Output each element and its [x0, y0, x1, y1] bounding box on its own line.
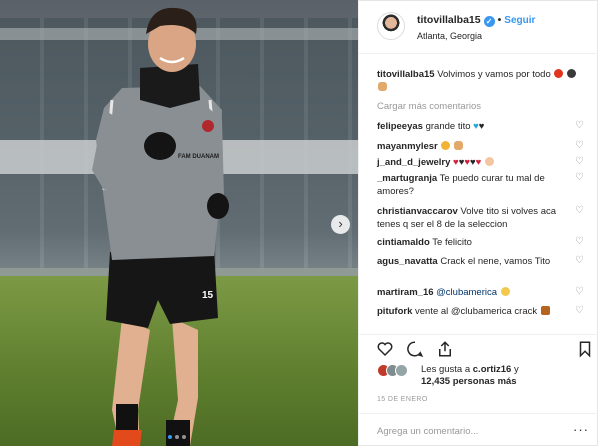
- post-date[interactable]: 15 DE ENERO: [377, 396, 428, 403]
- like-comment-heart-icon[interactable]: ♡: [575, 287, 585, 297]
- jersey-sponsor-text: FAM DUANAM: [178, 154, 219, 160]
- comment-username[interactable]: martiram_16: [377, 287, 434, 298]
- separator-dot: •: [497, 14, 502, 26]
- comment-text: grande tito: [425, 121, 471, 132]
- load-more-comments-link[interactable]: Cargar más comentarios: [377, 101, 481, 112]
- location-link[interactable]: Atlanta, Georgia: [417, 31, 482, 41]
- carousel-dot: [175, 435, 179, 439]
- comment-row: _martugranja Te puedo curar tu mal de am…: [377, 172, 598, 198]
- clapping-hands-emoji-icon: [484, 157, 494, 166]
- comment-username[interactable]: pitufork: [377, 306, 412, 317]
- like-comment-heart-icon[interactable]: ♡: [575, 173, 585, 183]
- comment-row: felipeeyas grande tito ♥♥ ♡: [377, 120, 598, 133]
- follow-button[interactable]: Seguir: [504, 15, 535, 26]
- comment-username[interactable]: j_and_d_jewelry: [377, 157, 450, 168]
- heart-eyes-emoji-icon: [441, 141, 451, 150]
- more-options-icon[interactable]: ···: [573, 423, 589, 436]
- black-heart-emoji-icon: ♥: [478, 121, 485, 132]
- comment-text: vente al @clubamerica crack: [415, 306, 538, 317]
- comment-username[interactable]: cintiamaldo: [377, 237, 430, 248]
- heart-icon[interactable]: [376, 340, 394, 358]
- add-comment-input[interactable]: [377, 423, 557, 439]
- like-comment-heart-icon[interactable]: ♡: [575, 256, 585, 266]
- comment-mention-link[interactable]: @clubamerica: [436, 287, 497, 298]
- like-comment-heart-icon[interactable]: ♡: [575, 206, 585, 216]
- comment-row: christianvaccarov Volve tito si volves a…: [377, 205, 598, 231]
- likes-count-link[interactable]: 12,435 personas más: [421, 376, 517, 387]
- action-bar: [359, 334, 598, 362]
- caption-text: Volvimos y vamos por todo: [437, 69, 551, 80]
- likes-summary: Les gusta a c.ortiz16 y 12,435 personas …: [377, 362, 587, 392]
- likes-text: Les gusta a c.ortiz16 y 12,435 personas …: [421, 364, 519, 388]
- carousel-dot: [182, 435, 186, 439]
- comment-row: agus_navatta Crack el nene, vamos Tito ♡: [377, 255, 598, 268]
- caption: titovillalba15 Volvimos y vamos por todo: [377, 68, 577, 94]
- black-circle-emoji-icon: [567, 69, 577, 78]
- post-side-panel: titovillalba15 ✓ • Seguir Atlanta, Georgia …: [358, 0, 598, 446]
- comment-row: cintiamaldo Te felicito ♡: [377, 236, 598, 249]
- comment-username[interactable]: _martugranja: [377, 173, 437, 184]
- bookmark-icon[interactable]: [576, 340, 594, 358]
- comment-username[interactable]: agus_navatta: [377, 256, 438, 267]
- header-username[interactable]: titovillalba15: [417, 14, 481, 26]
- avatar[interactable]: [377, 12, 405, 40]
- comment-row: pitufork vente al @clubamerica crack ♡: [377, 305, 598, 318]
- comment-icon[interactable]: [406, 340, 424, 358]
- comments-list: titovillalba15 Volvimos y vamos por todo…: [359, 64, 598, 332]
- smiling-face-emoji-icon: [500, 287, 510, 296]
- bird-emoji-icon: [540, 306, 550, 315]
- shorts-number: 15: [202, 290, 214, 301]
- header-user-line: titovillalba15 ✓ • Seguir: [417, 14, 535, 27]
- red-circle-emoji-icon: [554, 69, 564, 78]
- like-comment-heart-icon[interactable]: ♡: [575, 306, 585, 316]
- red-heart-emoji-icon: ♥: [475, 157, 482, 168]
- like-comment-heart-icon[interactable]: ♡: [575, 157, 585, 167]
- flexed-biceps-emoji-icon: [378, 82, 387, 91]
- add-comment-bar: ···: [359, 413, 598, 446]
- caption-username[interactable]: titovillalba15: [377, 69, 435, 80]
- likes-prefix: Les gusta a: [421, 364, 473, 375]
- player-figure: 15 FAM DUANAM: [92, 7, 229, 446]
- like-comment-heart-icon[interactable]: ♡: [575, 237, 585, 247]
- comment-username[interactable]: mayanmylesr: [377, 141, 438, 152]
- comment-row: martiram_16 @clubamerica ♡: [377, 286, 598, 299]
- comment-username[interactable]: felipeeyas: [377, 121, 423, 132]
- likes-mid: y: [511, 364, 519, 375]
- liker-username[interactable]: c.ortiz16: [473, 364, 512, 375]
- flexed-biceps-emoji-icon: [454, 141, 464, 150]
- carousel-dots: [168, 435, 186, 439]
- verified-icon: ✓: [483, 16, 495, 27]
- comment-row: mayanmylesr ♡: [377, 140, 598, 153]
- share-icon[interactable]: [436, 340, 454, 358]
- liker-avatar: [395, 364, 408, 377]
- like-comment-heart-icon[interactable]: ♡: [575, 121, 585, 131]
- post-photo[interactable]: 15 FAM DUANAM ›: [0, 0, 358, 446]
- post-header: titovillalba15 ✓ • Seguir Atlanta, Georgia: [359, 0, 598, 54]
- chevron-right-icon[interactable]: ›: [331, 215, 350, 234]
- comment-text: Crack el nene, vamos Tito: [440, 256, 551, 267]
- comment-username[interactable]: christianvaccarov: [377, 206, 458, 217]
- comment-row: j_and_d_jewelry ♥♥♥♥♥ ♡: [377, 156, 598, 169]
- like-comment-heart-icon[interactable]: ♡: [575, 141, 585, 151]
- carousel-dot-active: [168, 435, 172, 439]
- comment-text: Te felicito: [432, 237, 472, 248]
